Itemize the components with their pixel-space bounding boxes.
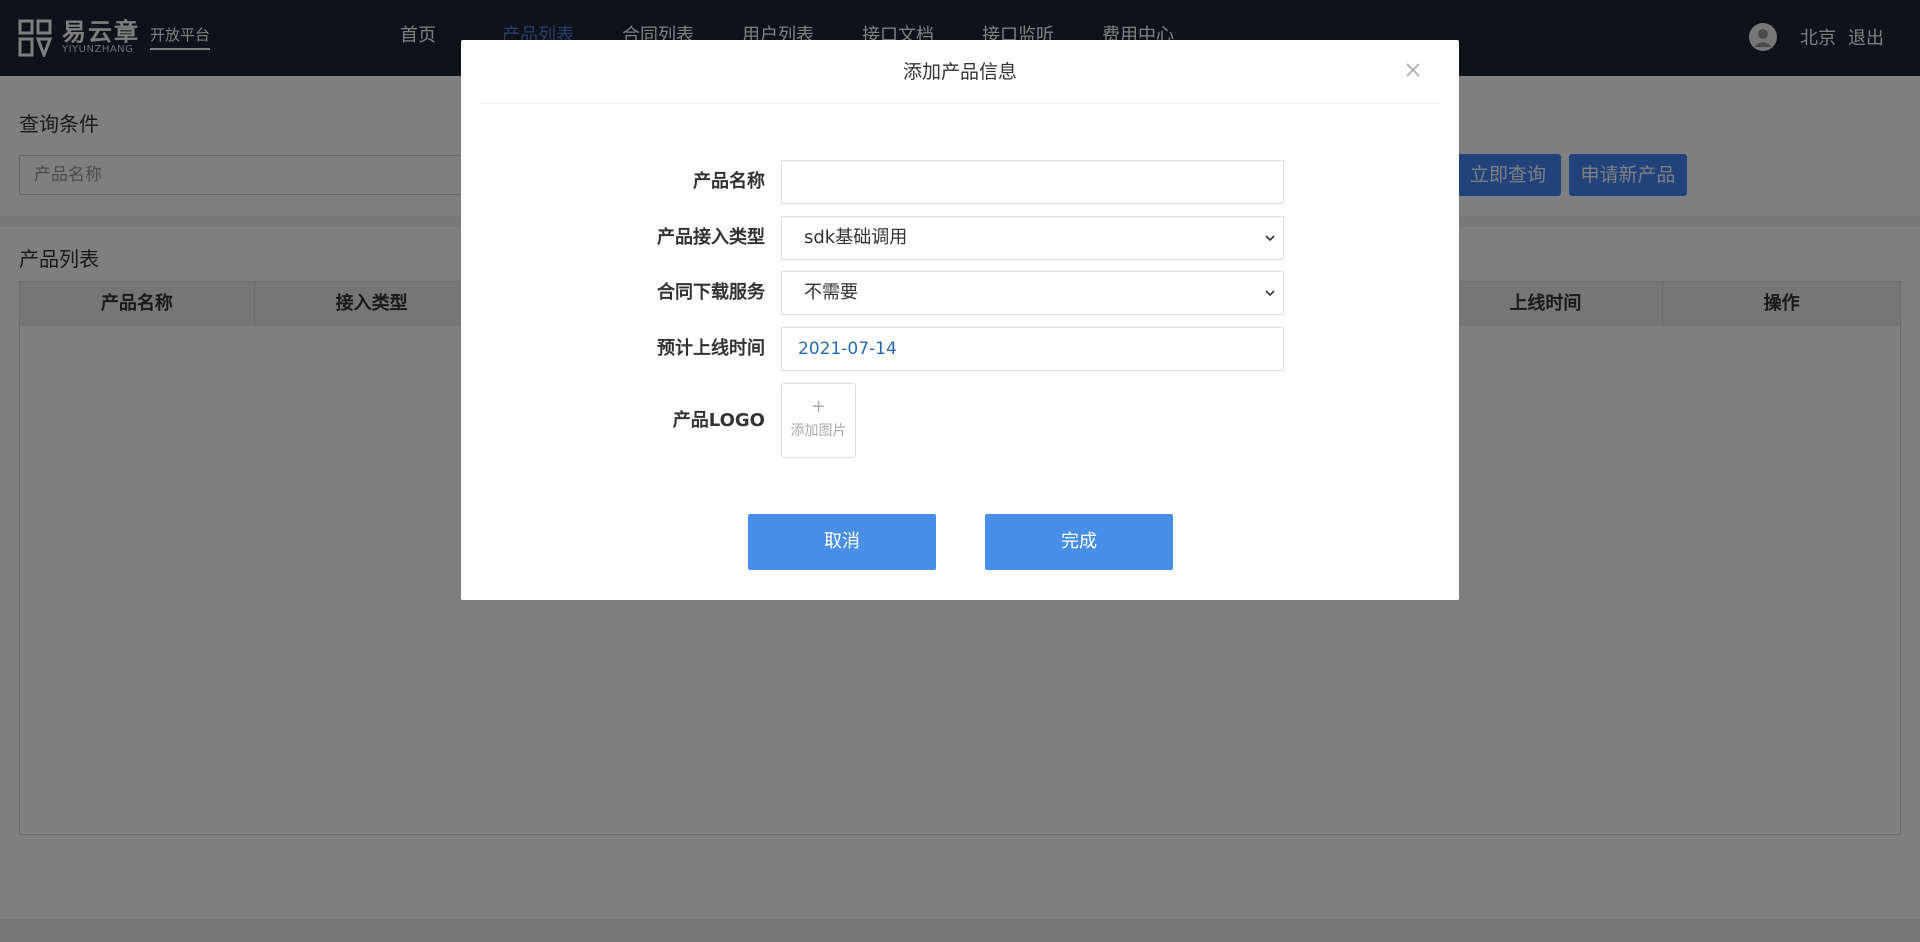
product-name-label: 产品名称 — [693, 171, 765, 192]
close-icon[interactable] — [1401, 58, 1425, 82]
dialog-title: 添加产品信息 — [902, 61, 1017, 83]
dialog-divider — [481, 103, 1439, 104]
product-name-input[interactable] — [781, 160, 1284, 204]
chevron-down-icon — [1265, 290, 1275, 297]
plus-icon: + — [810, 396, 827, 417]
chevron-down-icon — [1265, 235, 1275, 242]
done-button[interactable]: 完成 — [985, 514, 1173, 570]
logo-upload-button[interactable]: + 添加图片 — [781, 383, 856, 458]
cancel-button[interactable]: 取消 — [748, 514, 936, 570]
contract-download-select[interactable]: 不需要 — [781, 271, 1284, 315]
contract-download-label: 合同下载服务 — [657, 282, 765, 303]
launch-date-value: 2021-07-14 — [798, 339, 897, 359]
upload-label: 添加图片 — [790, 423, 847, 439]
contract-download-selected-value: 不需要 — [804, 282, 858, 303]
access-type-label: 产品接入类型 — [657, 227, 765, 248]
access-type-selected-value: sdk基础调用 — [804, 227, 908, 248]
add-product-dialog: 添加产品信息 产品名称 产品接入类型 sdk基础调用 合同下载服务 不需要 预计… — [461, 40, 1459, 600]
launch-date-label: 预计上线时间 — [657, 338, 765, 359]
access-type-select[interactable]: sdk基础调用 — [781, 216, 1284, 260]
launch-date-input[interactable]: 2021-07-14 — [781, 327, 1284, 371]
product-logo-label: 产品LOGO — [672, 410, 765, 431]
